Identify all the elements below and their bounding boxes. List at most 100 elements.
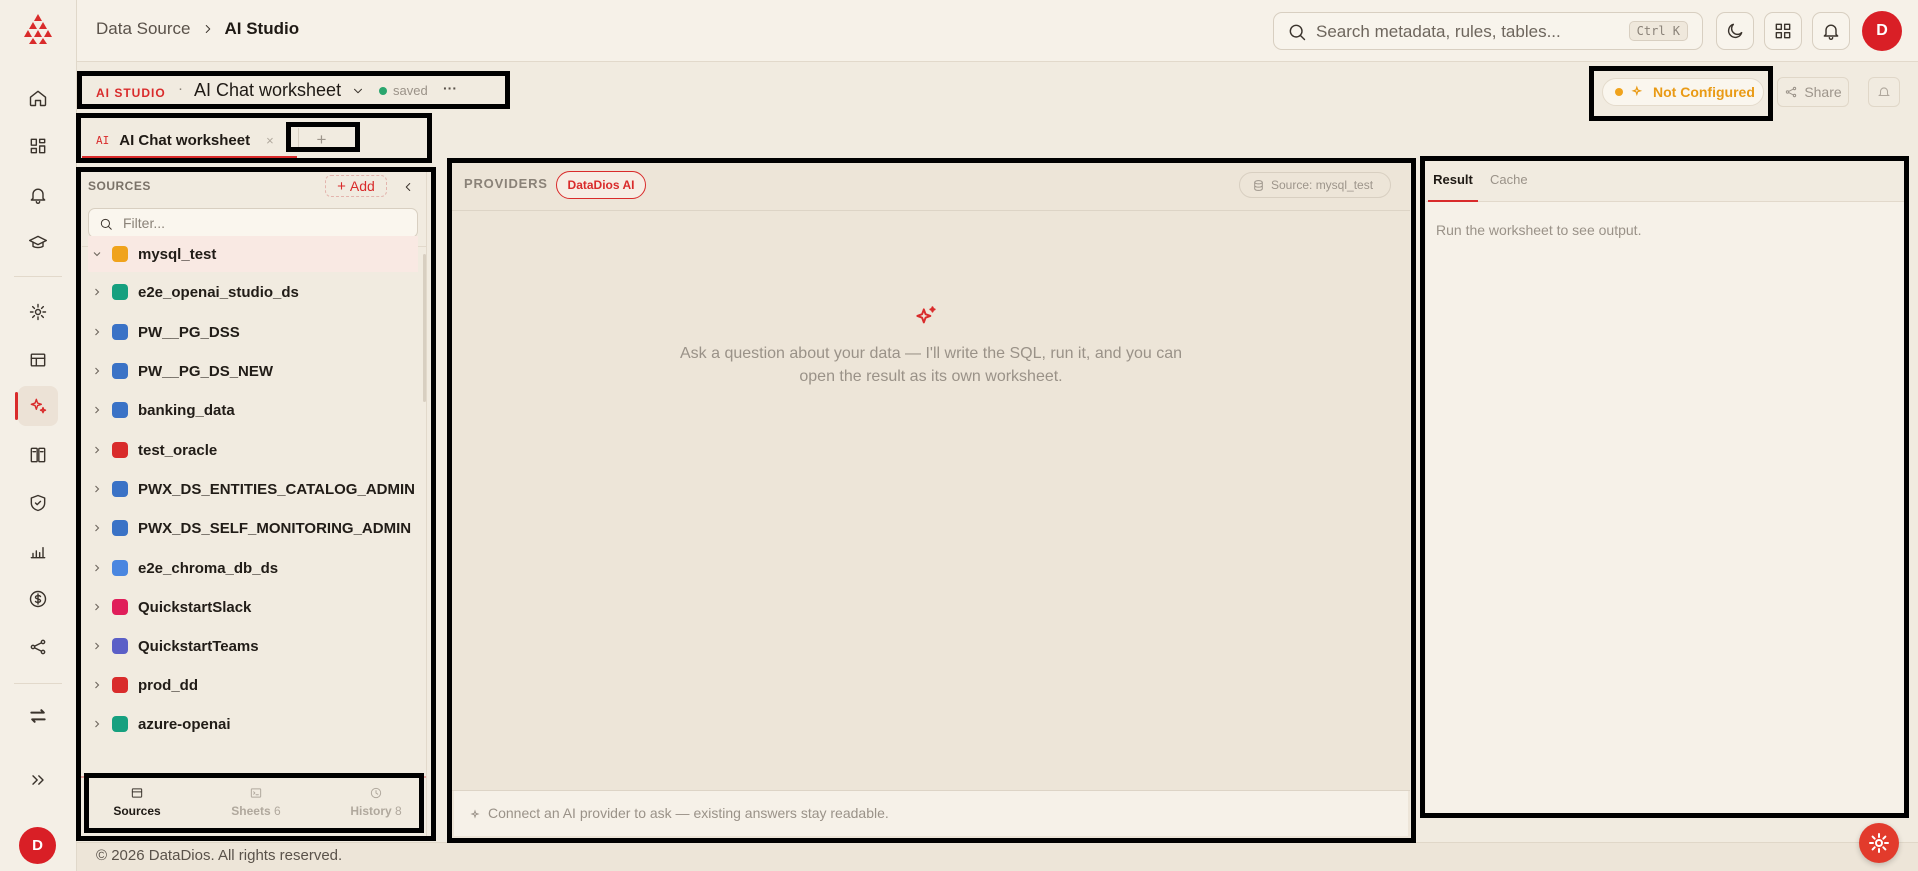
add-tab-button[interactable]: + [298,128,344,152]
chevron-right-icon[interactable] [88,326,106,338]
notifications-button[interactable] [1812,12,1850,50]
source-item-label: QuickstartTeams [138,637,259,655]
global-search[interactable]: Search metadata, rules, tables... Ctrl K [1273,12,1703,50]
source-filter[interactable]: Filter... [88,208,418,238]
bottom-tab-sheets[interactable]: Sheets 6 [212,786,300,818]
source-item-label: banking_data [138,401,235,419]
chevron-right-icon[interactable] [88,718,106,730]
rail-learn-button[interactable] [18,223,58,263]
provider-note: Connect an AI provider to ask — existing… [488,805,889,821]
add-source-button[interactable]: + Add [325,175,387,197]
share-icon [1786,86,1797,98]
chevron-down-icon[interactable] [88,248,106,260]
chevron-right-icon[interactable] [88,365,106,377]
source-item[interactable]: prod_dd [88,667,418,703]
rail-analytics-button[interactable] [18,531,58,571]
chevron-right-icon[interactable] [88,679,106,691]
breadcrumb-data-source[interactable]: Data Source [96,19,191,39]
datasource-type-icon [112,363,128,379]
bell-icon [1878,87,1890,97]
filter-input[interactable]: Filter... [123,215,165,231]
rail-billing-button[interactable] [18,579,58,619]
chevron-down-icon[interactable] [351,84,365,98]
breadcrumb-ai-studio: AI Studio [224,19,300,38]
bottom-tab-history[interactable]: History 8 [332,786,420,818]
chevron-right-icon[interactable] [88,640,106,652]
user-avatar[interactable]: D [1862,11,1902,51]
source-item[interactable]: PWX_DS_ENTITIES_CATALOG_ADMIN [88,471,418,507]
rail-home-button[interactable] [18,78,58,118]
database-icon [1254,179,1263,191]
rail-ai-studio-button[interactable] [15,386,58,426]
source-item[interactable]: e2e_openai_studio_ds [88,274,418,310]
source-item[interactable]: QuickstartTeams [88,628,418,664]
provider-status-label: Not Configured [1653,84,1755,100]
chevron-right-icon[interactable] [88,483,106,495]
assistant-launcher-button[interactable] [1859,823,1899,863]
rail-expand-button[interactable] [18,760,58,800]
source-item[interactable]: banking_data [88,392,418,428]
chevron-right-icon[interactable] [88,522,106,534]
search-shortcut-badge: Ctrl K [1628,21,1688,41]
source-item[interactable]: PW__PG_DSS [88,314,418,350]
source-item[interactable]: QuickstartSlack [88,589,418,625]
rail-governance-button[interactable] [18,483,58,523]
home-icon [29,90,47,107]
source-item-label: test_oracle [138,441,218,459]
apps-grid-button[interactable] [1764,12,1802,50]
chevron-right-icon[interactable] [88,444,106,456]
rail-user-avatar[interactable]: D [19,827,56,864]
source-item[interactable]: azure-openai [88,706,418,742]
source-chip-label: Source: mysql_test [1271,178,1374,192]
rail-quality-button[interactable] [18,292,58,332]
chevron-right-icon[interactable] [88,286,106,298]
rail-transfer-button[interactable] [18,696,58,736]
sun-burst-icon [1869,833,1889,853]
more-options-button[interactable]: ··· [443,80,457,96]
tab-ai-chat-worksheet[interactable]: AI AI Chat worksheet × [82,124,297,158]
tab-result[interactable]: Result [1428,170,1478,202]
search-input[interactable]: Search metadata, rules, tables... [1316,22,1561,42]
rail-tables-button[interactable] [18,340,58,380]
collapse-panel-icon[interactable] [401,180,415,194]
chevron-right-icon[interactable] [88,404,106,416]
provider-status-button[interactable]: Not Configured [1602,78,1764,106]
datasource-type-icon [112,442,128,458]
saved-status-dot [379,87,387,95]
moon-icon [1727,23,1743,39]
rail-catalog-button[interactable] [18,435,58,475]
datasource-type-icon [112,402,128,418]
provider-chip-datadios[interactable]: DataDios AI [556,171,646,199]
rail-dashboard-button[interactable] [18,126,58,166]
tab-cache[interactable]: Cache [1490,172,1528,187]
datasource-type-icon [112,481,128,497]
grid-icon [1775,23,1791,39]
notify-toggle-button[interactable] [1868,77,1900,107]
dollar-icon [29,590,47,608]
source-item[interactable]: mysql_test [88,236,418,272]
brand-logo-icon[interactable] [22,14,54,44]
source-item[interactable]: e2e_chroma_db_ds [88,550,418,586]
search-icon [100,218,112,230]
share-button[interactable]: Share [1777,77,1849,107]
worksheet-title[interactable]: AI Chat worksheet [194,80,341,101]
source-chip[interactable]: Source: mysql_test [1239,172,1391,198]
rail-alerts-button[interactable] [18,175,58,215]
bottom-tab-count: 8 [395,804,402,818]
source-item[interactable]: PW__PG_DS_NEW [88,353,418,389]
tab-close-icon[interactable]: × [266,133,274,148]
datasource-type-icon [112,560,128,576]
chevron-right-icon[interactable] [88,562,106,574]
chevron-right-icon[interactable] [88,601,106,613]
source-item[interactable]: test_oracle [88,432,418,468]
empty-state-line-1: Ask a question about your data — I'll wr… [680,345,1182,362]
source-item[interactable]: PWX_DS_SELF_MONITORING_ADMIN [88,510,418,546]
sources-scrollbar[interactable] [423,254,426,402]
theme-toggle-button[interactable] [1716,12,1754,50]
chevron-right-icon [205,25,210,33]
breadcrumb: Data Source AI Studio [96,19,299,39]
datasource-type-icon [112,716,128,732]
rail-lineage-button[interactable] [18,627,58,667]
graduation-cap-icon [28,235,48,249]
bottom-tab-sources[interactable]: Sources [93,786,181,818]
